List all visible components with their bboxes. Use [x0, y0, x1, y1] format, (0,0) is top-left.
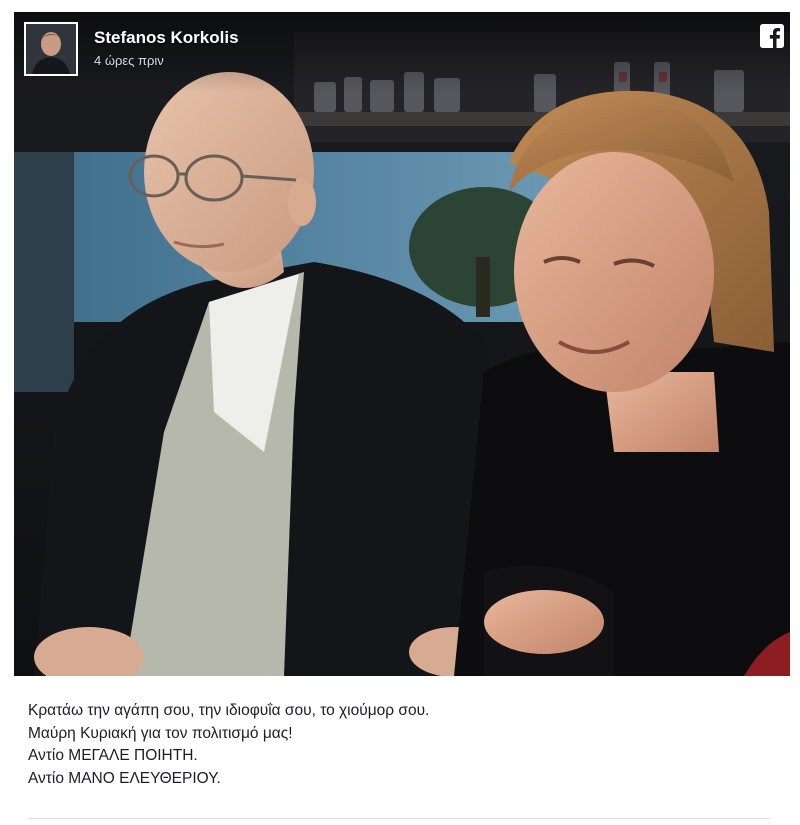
author-name[interactable]: Stefanos Korkolis	[94, 28, 239, 48]
author-avatar[interactable]	[24, 22, 78, 76]
caption-line: Αντίο ΜΕΓΑΛΕ ΠΟΙΗΤΗ.	[28, 747, 198, 764]
post-divider	[28, 818, 770, 819]
facebook-icon[interactable]	[760, 24, 784, 48]
photo-illustration	[14, 12, 790, 676]
header-shade	[14, 12, 790, 92]
post-timestamp[interactable]: 4 ώρες πριν	[94, 53, 164, 68]
caption-line: Μαύρη Κυριακή για τον πολιτισμό μας!	[28, 724, 293, 742]
post-caption: Κρατάω την αγάπη σου, την ιδιοφυΐα σου, …	[28, 700, 768, 790]
caption-line: Κρατάω την αγάπη σου, την ιδιοφυΐα σου, …	[28, 702, 430, 719]
post-photo[interactable]: Stefanos Korkolis 4 ώρες πριν	[14, 12, 790, 676]
facebook-post: Stefanos Korkolis 4 ώρες πριν Κρατάω την…	[0, 0, 800, 825]
facebook-logo-glyph	[760, 24, 784, 48]
caption-line: Αντίο ΜΑΝΟ ΕΛΕΥΘΕΡΙΟΥ.	[28, 769, 221, 787]
avatar-portrait-icon	[26, 24, 76, 74]
